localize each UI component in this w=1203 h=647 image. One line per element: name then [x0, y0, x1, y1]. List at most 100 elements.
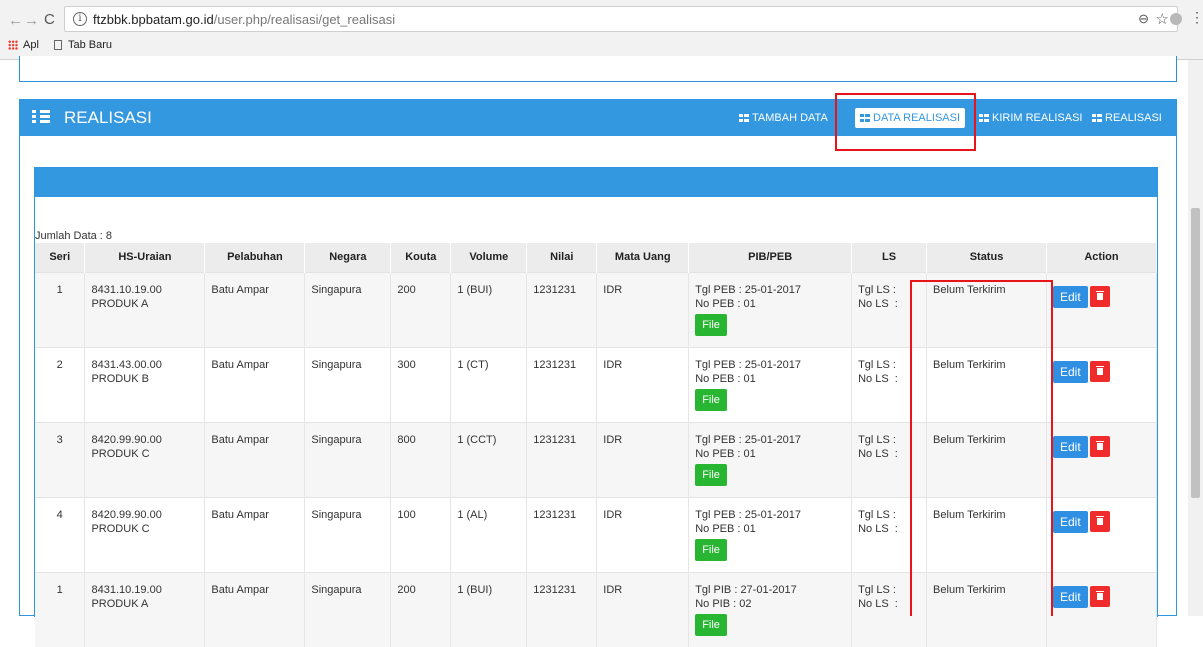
forward-arrow-icon[interactable]: →: [24, 12, 39, 29]
pib-date: Tgl PEB : 25-01-2017: [695, 508, 801, 521]
grid-icon: [979, 114, 989, 122]
cell-kouta: 800: [390, 421, 452, 497]
delete-trash-icon[interactable]: [1089, 435, 1110, 457]
cell-pib-peb: Tgl PIB : 27-01-2017 No PIB : 02 File: [688, 571, 853, 647]
cell-mata-uang: IDR: [596, 496, 690, 572]
cell-volume: 1 (BUI): [450, 571, 528, 647]
cell-seri: 2: [35, 346, 86, 422]
scrollbar-thumb[interactable]: [1191, 208, 1200, 498]
bookmarks-bar: Apl Tab Baru: [8, 39, 124, 55]
column-header[interactable]: Action: [1046, 243, 1158, 272]
delete-trash-icon[interactable]: [1089, 285, 1110, 307]
cell-pelabuhan: Batu Ampar: [204, 421, 306, 497]
panel-header: REALISASI TAMBAH DATA DATA REALISASI KIR…: [20, 100, 1176, 136]
file-button[interactable]: File: [695, 313, 727, 336]
column-header[interactable]: Kouta: [390, 243, 452, 272]
pib-date: Tgl PEB : 25-01-2017: [695, 358, 801, 371]
cell-nilai: 1231231: [526, 271, 598, 347]
hs-code: 8420.99.90.00: [91, 508, 162, 521]
column-header[interactable]: Pelabuhan: [204, 243, 306, 272]
cell-negara: Singapura: [304, 346, 392, 422]
column-header[interactable]: PIB/PEB: [688, 243, 853, 272]
edit-button[interactable]: Edit: [1052, 510, 1088, 533]
cell-action: Edit: [1046, 346, 1158, 422]
cell-action: Edit: [1046, 496, 1158, 572]
cell-hs-uraian: 8431.10.19.00 PRODUK A: [84, 271, 206, 347]
back-arrow-icon[interactable]: ←: [8, 12, 23, 29]
nav-tambah-data[interactable]: TAMBAH DATA: [739, 100, 828, 136]
column-header[interactable]: Status: [926, 243, 1047, 272]
pib-number: No PEB : 01: [695, 297, 756, 310]
cell-hs-uraian: 8431.43.00.00 PRODUK B: [84, 346, 206, 422]
column-header[interactable]: Seri: [35, 243, 86, 272]
cell-volume: 1 (CCT): [450, 421, 528, 497]
cell-pelabuhan: Batu Ampar: [204, 571, 306, 647]
column-header[interactable]: HS-Uraian: [84, 243, 206, 272]
apps-grid-icon: [8, 40, 18, 50]
bookmark-label: Tab Baru: [67, 39, 112, 51]
delete-trash-icon[interactable]: [1089, 360, 1110, 382]
star-icon[interactable]: ☆: [1156, 10, 1169, 28]
uraian: PRODUK A: [91, 597, 149, 610]
highlight-box-status: [910, 280, 1053, 616]
page-scrollbar[interactable]: [1188, 60, 1203, 616]
bookmark-apps[interactable]: Apl: [8, 39, 39, 51]
cell-negara: Singapura: [304, 496, 392, 572]
highlight-box-nav: [835, 93, 976, 151]
file-button[interactable]: File: [695, 388, 727, 411]
nav-realisasi[interactable]: REALISASI: [1092, 100, 1162, 136]
bookmark-new-tab[interactable]: Tab Baru: [53, 39, 112, 51]
cell-nilai: 1231231: [526, 346, 598, 422]
pib-date: Tgl PIB : 27-01-2017: [695, 583, 797, 596]
previous-panel-bottom: [19, 56, 1177, 82]
column-header[interactable]: Volume: [450, 243, 528, 272]
file-button[interactable]: File: [695, 463, 727, 486]
address-bar[interactable]: i ftzbbk.bpbatam.go.id/user.php/realisas…: [64, 6, 1178, 32]
cell-kouta: 300: [390, 346, 452, 422]
zoom-icon[interactable]: ⊖: [1138, 11, 1149, 27]
cell-mata-uang: IDR: [596, 571, 690, 647]
info-icon[interactable]: i: [73, 12, 87, 26]
cell-pib-peb: Tgl PEB : 25-01-2017 No PEB : 01 File: [688, 271, 853, 347]
cell-action: Edit: [1046, 421, 1158, 497]
cell-seri: 1: [35, 571, 86, 647]
nav-label: KIRIM REALISASI: [992, 112, 1083, 124]
reload-icon[interactable]: C: [44, 11, 55, 28]
uraian: PRODUK C: [91, 447, 150, 460]
file-button[interactable]: File: [695, 538, 727, 561]
cell-hs-uraian: 8431.10.19.00 PRODUK A: [84, 571, 206, 647]
file-button[interactable]: File: [695, 613, 727, 636]
edit-button[interactable]: Edit: [1052, 585, 1088, 608]
column-header[interactable]: Nilai: [526, 243, 598, 272]
edit-button[interactable]: Edit: [1052, 435, 1088, 458]
delete-trash-icon[interactable]: [1089, 585, 1110, 607]
panel-title: REALISASI: [64, 108, 152, 127]
uraian: PRODUK A: [91, 297, 149, 310]
uraian: PRODUK B: [91, 372, 149, 385]
hs-code: 8431.10.19.00: [91, 283, 162, 296]
edit-button[interactable]: Edit: [1052, 360, 1088, 383]
cell-pib-peb: Tgl PEB : 25-01-2017 No PEB : 01 File: [688, 346, 853, 422]
menu-dots-icon[interactable]: ⋮: [1190, 9, 1203, 26]
pib-date: Tgl PEB : 25-01-2017: [695, 433, 801, 446]
cell-seri: 4: [35, 496, 86, 572]
cell-pelabuhan: Batu Ampar: [204, 496, 306, 572]
pib-number: No PEB : 01: [695, 372, 756, 385]
extension-icon[interactable]: [1170, 13, 1182, 25]
cell-hs-uraian: 8420.99.90.00 PRODUK C: [84, 421, 206, 497]
cell-mata-uang: IDR: [596, 421, 690, 497]
cell-pelabuhan: Batu Ampar: [204, 346, 306, 422]
column-header[interactable]: LS: [851, 243, 928, 272]
delete-trash-icon[interactable]: [1089, 510, 1110, 532]
nav-label: REALISASI: [1105, 112, 1162, 124]
nav-kirim-realisasi[interactable]: KIRIM REALISASI: [979, 100, 1082, 136]
cell-volume: 1 (CT): [450, 346, 528, 422]
url-text[interactable]: ftzbbk.bpbatam.go.id/user.php/realisasi/…: [93, 12, 395, 27]
grid-icon: [1092, 114, 1102, 122]
pib-number: No PEB : 01: [695, 447, 756, 460]
page-icon: [53, 40, 62, 50]
cell-hs-uraian: 8420.99.90.00 PRODUK C: [84, 496, 206, 572]
column-header[interactable]: Mata Uang: [596, 243, 690, 272]
column-header[interactable]: Negara: [304, 243, 392, 272]
edit-button[interactable]: Edit: [1052, 285, 1088, 308]
